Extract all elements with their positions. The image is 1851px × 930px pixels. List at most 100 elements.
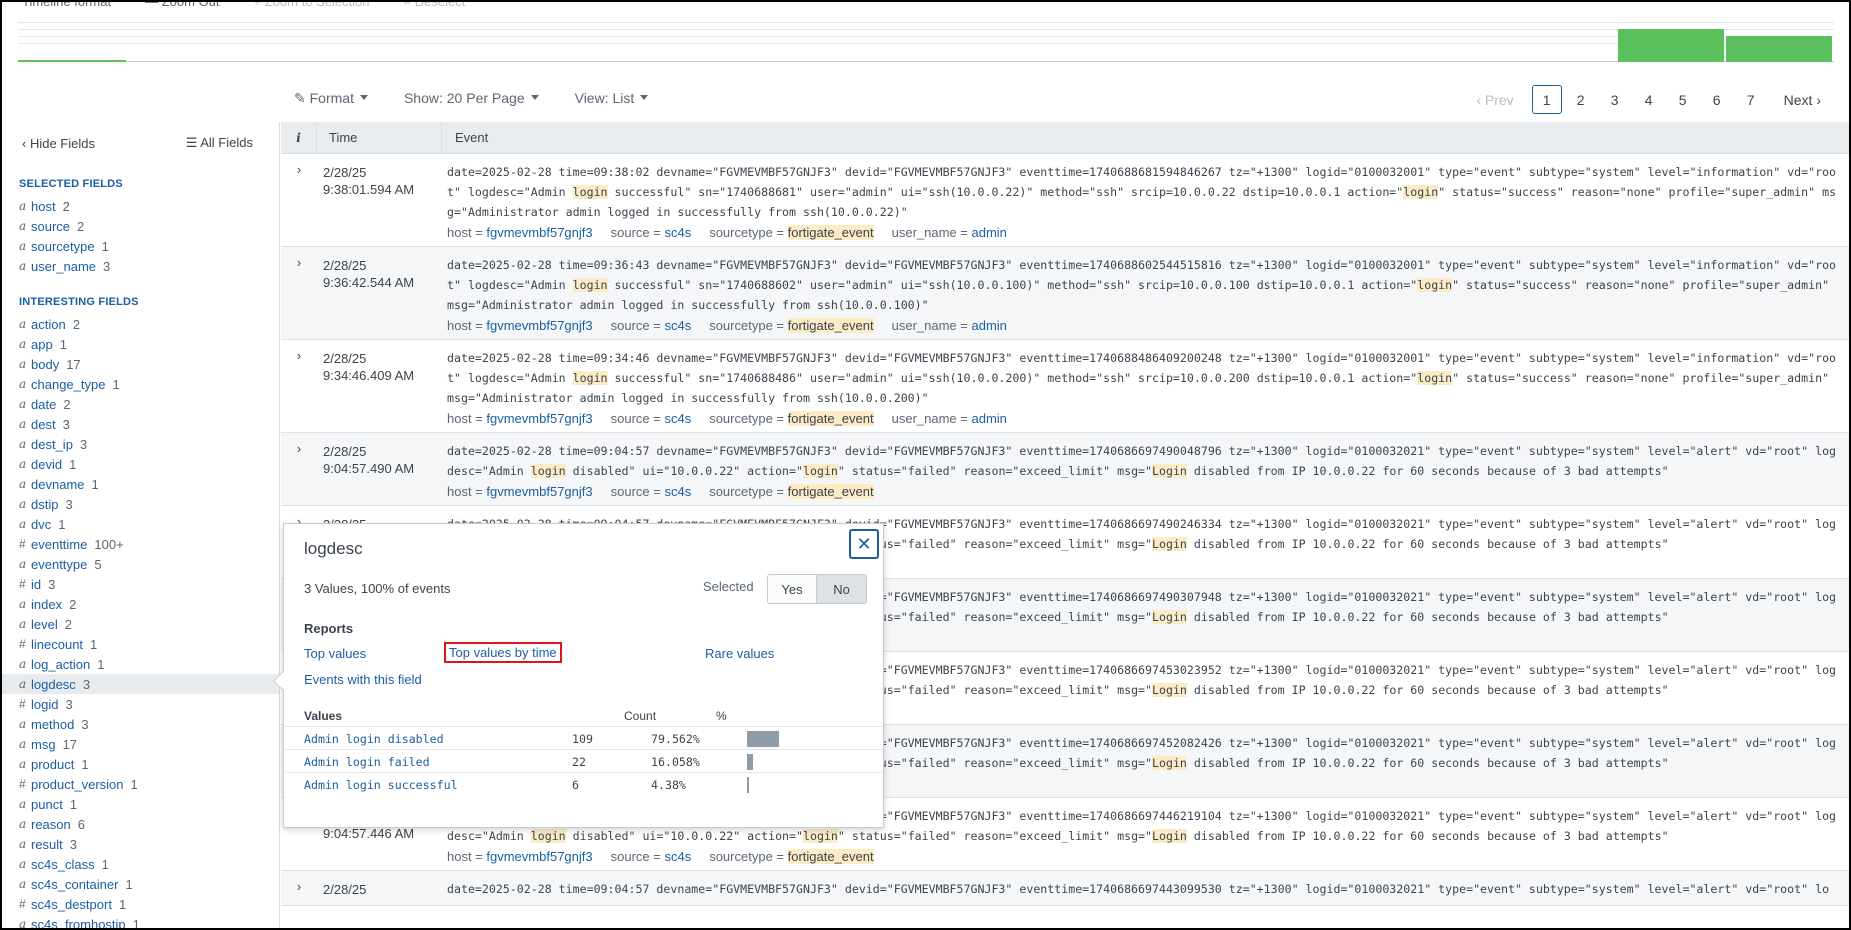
value-row[interactable]: Admin login failed 22 16.058% [285,749,882,772]
deselect-button[interactable]: × Deselect [404,0,466,12]
event-time[interactable]: 2/28/25 9:04:57.490 AM [317,433,442,505]
sidebar-field-dest_ip[interactable]: a dest_ip 3 [2,434,279,454]
page-button[interactable]: 3 [1600,85,1630,114]
meta-value[interactable]: admin [971,411,1006,426]
page-button[interactable]: 4 [1634,85,1664,114]
field-name[interactable]: sc4s_fromhostip [31,917,126,929]
sidebar-field-change_type[interactable]: a change_type 1 [2,374,279,394]
page-button[interactable]: 2 [1566,85,1596,114]
meta-value[interactable]: fgvmevmbf57gnjf3 [486,411,592,426]
meta-value[interactable]: sc4s [664,411,691,426]
sidebar-field-dstip[interactable]: a dstip 3 [2,494,279,514]
field-name[interactable]: change_type [31,377,105,392]
field-name[interactable]: host [31,199,56,214]
value-row[interactable]: Admin login disabled 109 79.562% [285,726,882,749]
value-name[interactable]: Admin login successful [304,778,458,792]
sidebar-field-body[interactable]: a body 17 [2,354,279,374]
field-name[interactable]: action [31,317,66,332]
sidebar-field-date[interactable]: a date 2 [2,394,279,414]
meta-value[interactable]: sc4s [664,849,691,864]
meta-value[interactable]: fgvmevmbf57gnjf3 [486,318,592,333]
field-name[interactable]: id [31,577,41,592]
field-name[interactable]: index [31,597,62,612]
meta-value[interactable]: admin [971,318,1006,333]
meta-value[interactable]: sc4s [664,225,691,240]
sidebar-field-sc4s_container[interactable]: a sc4s_container 1 [2,874,279,894]
field-name[interactable]: logdesc [31,677,76,692]
expand-row-button[interactable]: › [281,247,317,339]
sidebar-field-eventtime[interactable]: # eventtime 100+ [2,534,279,554]
sidebar-field-linecount[interactable]: # linecount 1 [2,634,279,654]
field-name[interactable]: app [31,337,53,352]
field-name[interactable]: eventtype [31,557,87,572]
close-button[interactable]: ✕ [849,529,879,559]
timeline-bar[interactable] [1618,29,1724,62]
field-name[interactable]: dest_ip [31,437,73,452]
sidebar-field-level[interactable]: a level 2 [2,614,279,634]
sidebar-field-host[interactable]: a host 2 [2,196,279,216]
meta-value[interactable]: sc4s [664,318,691,333]
sidebar-field-source[interactable]: a source 2 [2,216,279,236]
all-fields-button[interactable]: ☰ All Fields [186,135,253,151]
expand-row-button[interactable]: › [281,433,317,505]
value-name[interactable]: Admin login failed [304,755,430,769]
page-button[interactable]: 1 [1531,85,1562,114]
sidebar-field-id[interactable]: # id 3 [2,574,279,594]
sidebar-field-msg[interactable]: a msg 17 [2,734,279,754]
page-button[interactable]: 5 [1668,85,1698,114]
expand-row-button[interactable]: › [281,340,317,432]
meta-value[interactable]: fgvmevmbf57gnjf3 [486,484,592,499]
meta-value[interactable]: fortigate_event [787,849,874,864]
value-name[interactable]: Admin login disabled [304,732,444,746]
field-name[interactable]: msg [31,737,56,752]
field-name[interactable]: dstip [31,497,58,512]
meta-value[interactable]: sc4s [664,484,691,499]
sidebar-field-dest[interactable]: a dest 3 [2,414,279,434]
rare-values-link[interactable]: Rare values [705,646,774,661]
field-name[interactable]: user_name [31,259,96,274]
meta-value[interactable]: admin [971,225,1006,240]
field-name[interactable]: product_version [31,777,124,792]
meta-value[interactable]: fortigate_event [787,411,874,426]
sidebar-field-product_version[interactable]: # product_version 1 [2,774,279,794]
field-name[interactable]: devid [31,457,62,472]
per-page-menu[interactable]: Show: 20 Per Page [404,90,539,107]
field-name[interactable]: date [31,397,56,412]
sidebar-field-devname[interactable]: a devname 1 [2,474,279,494]
field-name[interactable]: eventtime [31,537,87,552]
meta-value[interactable]: fortigate_event [787,318,874,333]
sidebar-field-sourcetype[interactable]: a sourcetype 1 [2,236,279,256]
hide-fields-button[interactable]: ‹ Hide Fields [22,136,95,151]
field-name[interactable]: level [31,617,58,632]
sidebar-field-app[interactable]: a app 1 [2,334,279,354]
field-name[interactable]: sc4s_container [31,877,118,892]
sidebar-field-sc4s_fromhostip[interactable]: a sc4s_fromhostip 1 [2,914,279,929]
prev-page-button[interactable]: ‹ Prev [1476,92,1513,108]
time-column-header[interactable]: Time [317,122,442,153]
sidebar-field-eventtype[interactable]: a eventtype 5 [2,554,279,574]
field-name[interactable]: source [31,219,70,234]
expand-row-button[interactable]: › [281,154,317,246]
page-button[interactable]: 7 [1736,85,1766,114]
info-column-header[interactable]: i [281,122,317,153]
field-name[interactable]: sourcetype [31,239,95,254]
selected-no-button[interactable]: No [817,575,866,603]
sidebar-field-method[interactable]: a method 3 [2,714,279,734]
sidebar-field-logdesc[interactable]: a logdesc 3 [2,674,279,694]
field-name[interactable]: method [31,717,74,732]
meta-value[interactable]: fortigate_event [787,225,874,240]
field-name[interactable]: devname [31,477,84,492]
field-name[interactable]: linecount [31,637,83,652]
top-values-by-time-link[interactable]: Top values by time [444,642,562,663]
sidebar-field-sc4s_class[interactable]: a sc4s_class 1 [2,854,279,874]
event-time[interactable]: 2/28/25 9:38:01.594 AM [317,154,442,246]
field-name[interactable]: product [31,757,74,772]
field-name[interactable]: dvc [31,517,51,532]
sidebar-field-dvc[interactable]: a dvc 1 [2,514,279,534]
sidebar-field-punct[interactable]: a punct 1 [2,794,279,814]
view-menu[interactable]: View: List [575,90,649,107]
event-time[interactable]: 2/28/25 [317,871,442,905]
selected-yes-button[interactable]: Yes [768,575,817,603]
field-name[interactable]: log_action [31,657,90,672]
field-name[interactable]: sc4s_destport [31,897,112,912]
